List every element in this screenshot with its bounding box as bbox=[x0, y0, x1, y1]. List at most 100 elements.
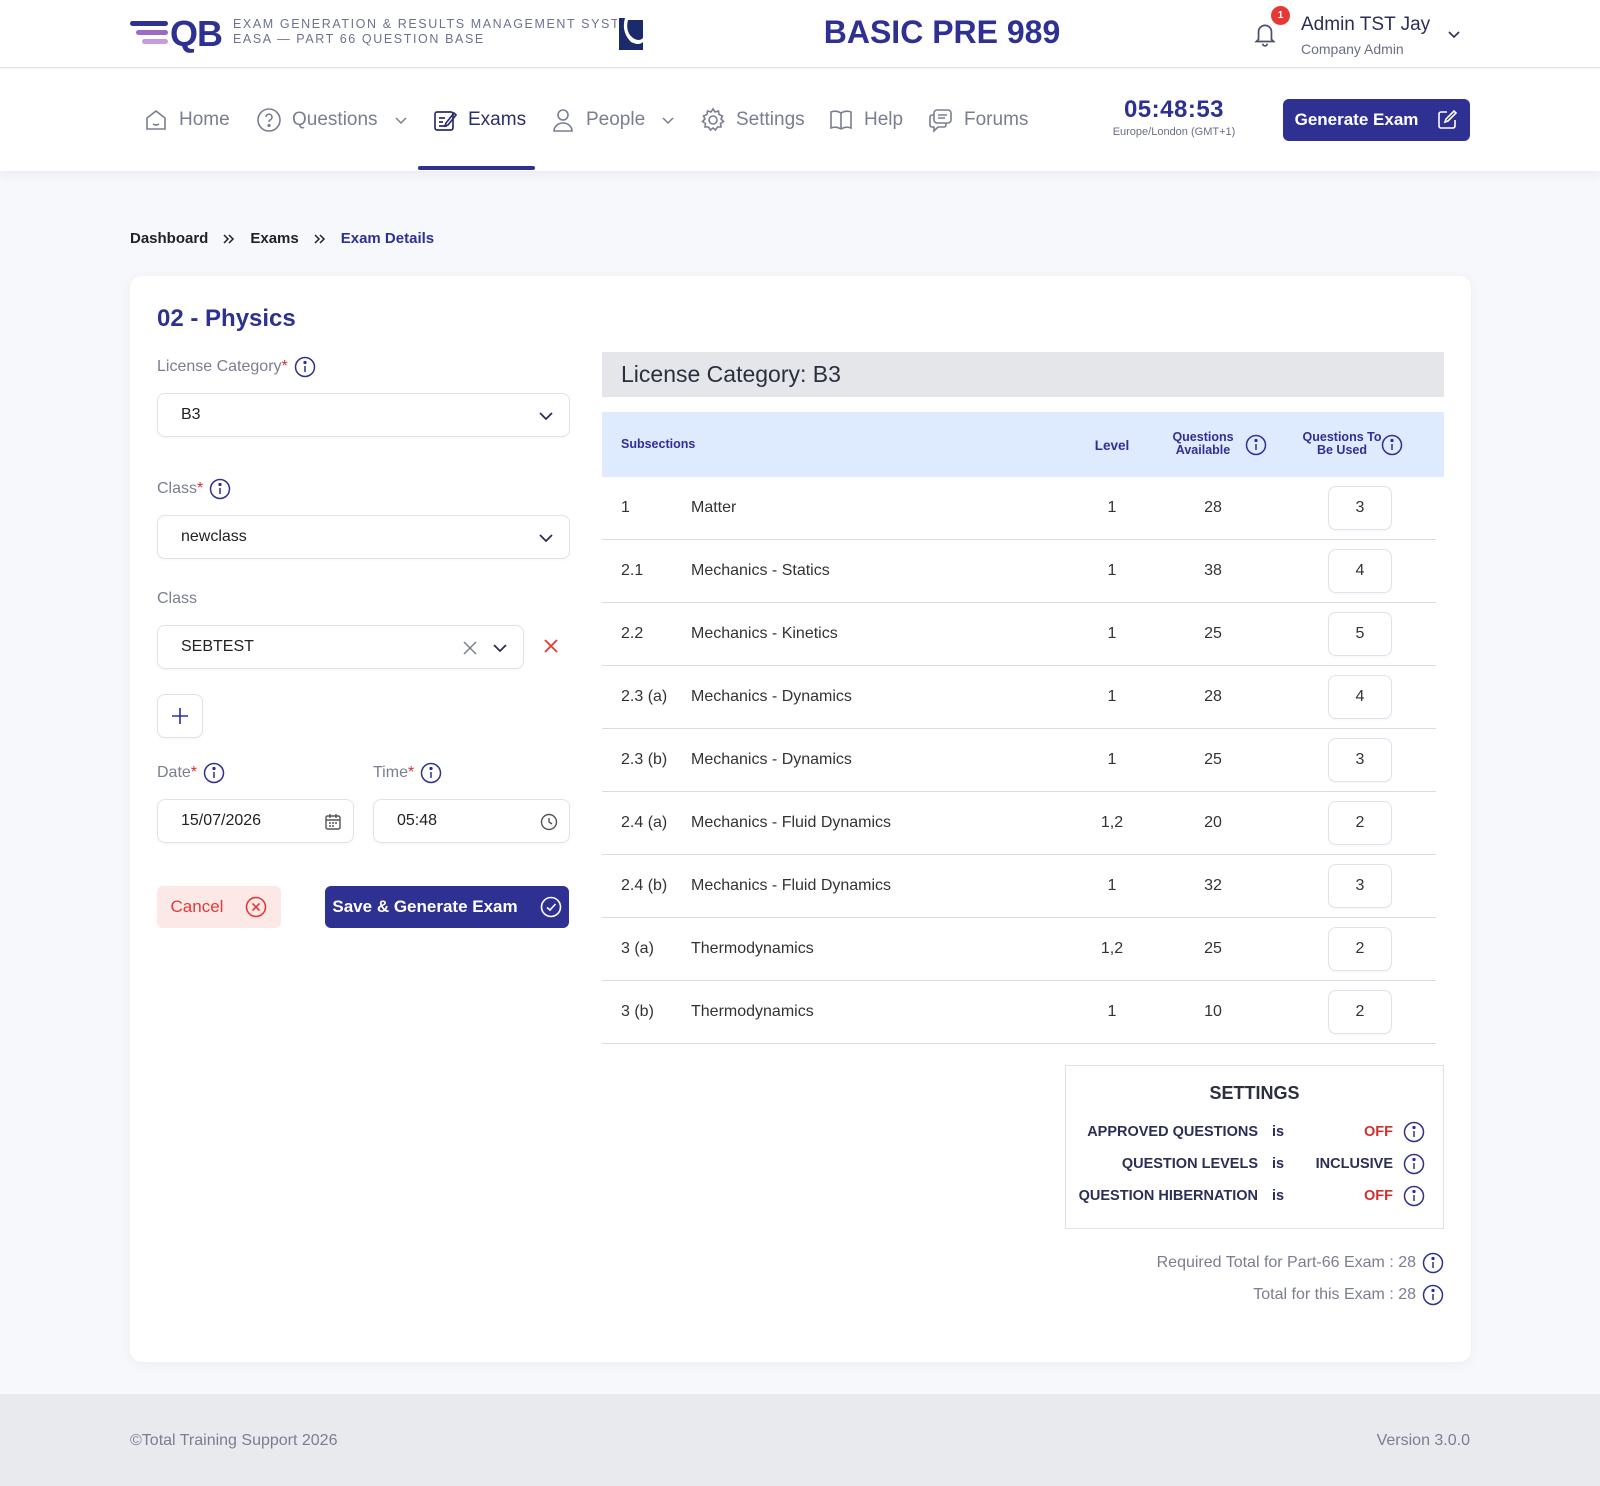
row-subsection: Mechanics - Kinetics bbox=[691, 625, 838, 642]
info-icon[interactable] bbox=[1403, 1153, 1425, 1175]
save-generate-label: Save & Generate Exam bbox=[332, 897, 518, 916]
info-icon[interactable] bbox=[1403, 1185, 1425, 1207]
chevron-down-icon[interactable] bbox=[1446, 26, 1462, 42]
row-subsection: Matter bbox=[691, 499, 737, 516]
questions-to-use-input[interactable]: 2 bbox=[1328, 927, 1392, 971]
system-line-1: Exam Generation & Results Management Sys… bbox=[233, 17, 643, 31]
info-icon[interactable] bbox=[294, 356, 316, 378]
caa-logo-icon bbox=[617, 16, 645, 52]
qb-logo[interactable]: QB bbox=[130, 16, 223, 52]
questions-to-use-input[interactable]: 3 bbox=[1328, 486, 1392, 530]
nav-settings[interactable]: Settings bbox=[700, 69, 805, 171]
plus-icon bbox=[172, 708, 188, 724]
setting-key: QUESTION HIBERNATION bbox=[1078, 1188, 1258, 1204]
info-icon[interactable] bbox=[1245, 434, 1267, 456]
info-icon[interactable] bbox=[420, 762, 442, 784]
exam-total: Total for this Exam : 28 bbox=[1253, 1284, 1444, 1306]
table-row: 2.2 Mechanics - Kinetics 1 25 5 bbox=[602, 603, 1436, 666]
col-questions-to-be-used: Questions To Be Used bbox=[1302, 430, 1382, 457]
info-icon[interactable] bbox=[1422, 1252, 1444, 1274]
setting-value: OFF bbox=[1364, 1124, 1393, 1140]
bell-icon[interactable] bbox=[1252, 20, 1278, 48]
row-level: 1 bbox=[1107, 625, 1117, 642]
notification-badge: 1 bbox=[1271, 6, 1290, 25]
generate-exam-button[interactable]: Generate Exam bbox=[1283, 99, 1470, 141]
row-subsection: Mechanics - Statics bbox=[691, 562, 830, 579]
setting-question-levels: QUESTION LEVELS is INCLUSIVE bbox=[1066, 1153, 1443, 1175]
row-available: 32 bbox=[1204, 877, 1222, 894]
setting-key: APPROVED QUESTIONS bbox=[1087, 1124, 1258, 1140]
class-select[interactable]: newclass bbox=[157, 515, 570, 559]
question-circle-icon bbox=[257, 108, 281, 132]
row-number: 3 (b) bbox=[621, 1003, 654, 1020]
time-input[interactable]: 05:48 bbox=[373, 799, 570, 843]
nav-people-label: People bbox=[586, 109, 646, 130]
row-number: 3 (a) bbox=[621, 940, 654, 957]
breadcrumb-exams[interactable]: Exams bbox=[250, 230, 298, 247]
clock-icon[interactable] bbox=[539, 812, 559, 832]
row-level: 1,2 bbox=[1100, 814, 1124, 831]
info-icon[interactable] bbox=[209, 478, 231, 500]
nav-help[interactable]: Help bbox=[828, 69, 903, 171]
chevron-down-icon bbox=[493, 644, 507, 653]
add-class-button[interactable] bbox=[157, 694, 203, 738]
breadcrumb-dashboard[interactable]: Dashboard bbox=[130, 230, 208, 247]
row-available: 28 bbox=[1204, 688, 1222, 705]
questions-to-use-input[interactable]: 5 bbox=[1328, 612, 1392, 656]
questions-to-use-input[interactable]: 3 bbox=[1328, 864, 1392, 908]
class-label-text: Class bbox=[157, 590, 198, 607]
class-secondary-select[interactable]: SEBTEST bbox=[157, 625, 524, 669]
class-required-label: Class * bbox=[157, 478, 231, 500]
remove-class-icon[interactable] bbox=[541, 636, 561, 656]
class-label-text: Class bbox=[157, 480, 198, 497]
questions-to-use-input[interactable]: 4 bbox=[1328, 675, 1392, 719]
calendar-icon[interactable] bbox=[323, 812, 343, 832]
edit-note-icon bbox=[434, 111, 458, 131]
questions-to-use-input[interactable]: 2 bbox=[1328, 990, 1392, 1034]
nav-questions[interactable]: Questions bbox=[256, 69, 408, 171]
questions-to-use-input[interactable]: 3 bbox=[1328, 738, 1392, 782]
nav-forums-label: Forums bbox=[964, 109, 1029, 130]
clock-time: 05:48:53 bbox=[1123, 96, 1225, 123]
date-input[interactable]: 15/07/2026 bbox=[157, 799, 354, 843]
system-name: Exam Generation & Results Management Sys… bbox=[233, 17, 642, 47]
nav-active-indicator bbox=[418, 166, 535, 170]
info-icon[interactable] bbox=[203, 762, 225, 784]
info-icon[interactable] bbox=[1381, 434, 1403, 456]
user-role: Company Admin bbox=[1301, 41, 1404, 57]
required-mark: * bbox=[197, 480, 204, 497]
row-subsection: Mechanics - Dynamics bbox=[691, 751, 852, 768]
license-category-value: B3 bbox=[181, 406, 201, 423]
class-secondary-value: SEBTEST bbox=[181, 638, 254, 655]
setting-key: QUESTION LEVELS bbox=[1121, 1156, 1258, 1172]
col-questions-available: Questions Available bbox=[1172, 430, 1234, 457]
clear-icon[interactable] bbox=[461, 639, 479, 657]
app-title: BASIC PRE 989 bbox=[823, 14, 1061, 50]
setting-is: is bbox=[1272, 1188, 1285, 1204]
user-name[interactable]: Admin TST Jay bbox=[1301, 14, 1430, 36]
license-category-header: License Category: B3 bbox=[602, 352, 1444, 397]
required-total-text: Required Total for Part-66 Exam : 28 bbox=[1156, 1254, 1416, 1271]
info-icon[interactable] bbox=[1422, 1284, 1444, 1306]
license-category-select[interactable]: B3 bbox=[157, 393, 570, 437]
nav-people[interactable]: People bbox=[550, 69, 675, 171]
setting-value: OFF bbox=[1364, 1188, 1393, 1204]
cancel-button[interactable]: Cancel bbox=[157, 886, 281, 928]
chevron-down-icon bbox=[395, 117, 407, 125]
questions-to-use-input[interactable]: 4 bbox=[1328, 549, 1392, 593]
logo-lines-icon bbox=[130, 19, 170, 49]
table-row: 2.1 Mechanics - Statics 1 38 4 bbox=[602, 540, 1436, 603]
questions-to-use-input[interactable]: 2 bbox=[1328, 801, 1392, 845]
person-icon bbox=[553, 109, 573, 132]
save-generate-exam-button[interactable]: Save & Generate Exam bbox=[325, 886, 569, 928]
info-icon[interactable] bbox=[1403, 1121, 1425, 1143]
breadcrumb: Dashboard Exams Exam Details bbox=[130, 230, 434, 247]
row-available: 25 bbox=[1204, 751, 1222, 768]
nav-forums[interactable]: Forums bbox=[928, 69, 1028, 171]
nav-exams[interactable]: Exams bbox=[432, 69, 526, 171]
footer: ©Total Training Support 2026 Version 3.0… bbox=[0, 1394, 1600, 1486]
breadcrumb-exam-details: Exam Details bbox=[340, 230, 435, 247]
required-total: Required Total for Part-66 Exam : 28 bbox=[1157, 1252, 1444, 1274]
row-available: 10 bbox=[1204, 1003, 1222, 1020]
nav-home[interactable]: Home bbox=[143, 69, 230, 171]
